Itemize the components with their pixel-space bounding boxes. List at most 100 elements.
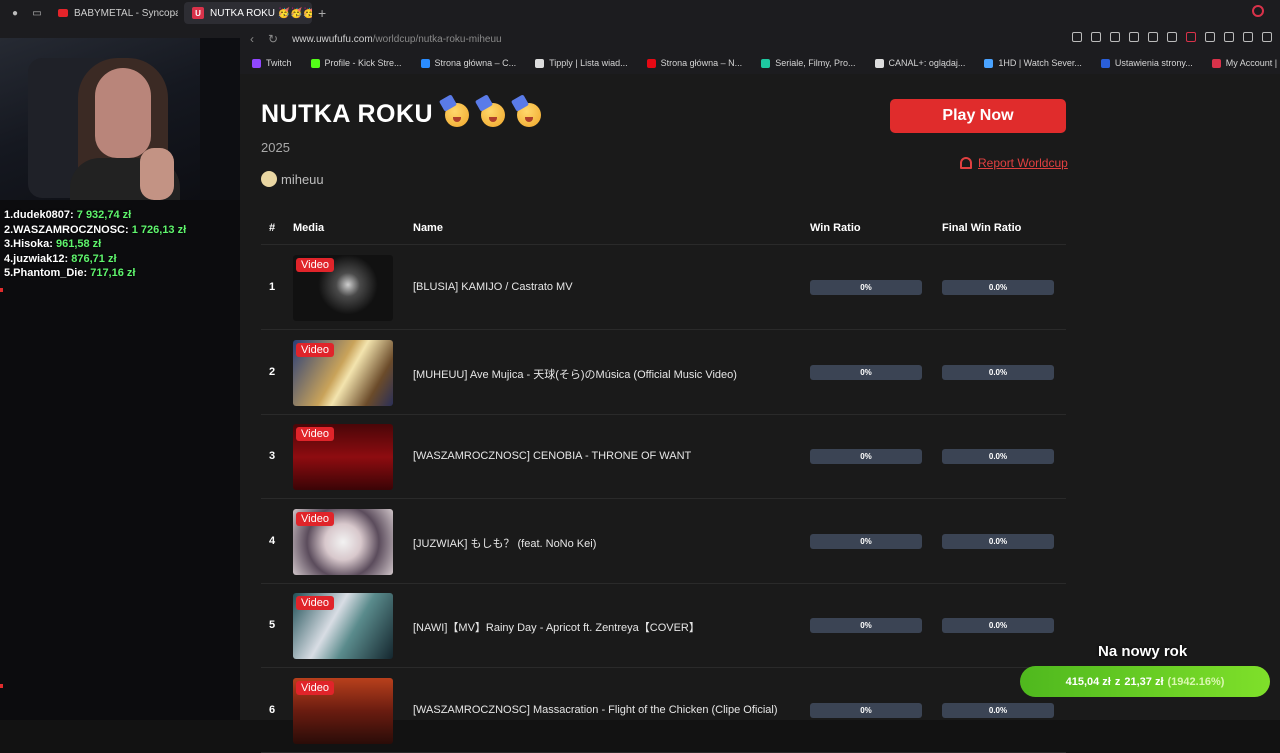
youtube-icon xyxy=(58,9,68,17)
tab-label: BABYMETAL - Syncopatio xyxy=(74,7,178,19)
col-name: Name xyxy=(413,222,443,234)
worldcup-page: NUTKA ROKU 2025 miheuu Play Now Report W… xyxy=(240,74,1280,753)
video-thumbnail[interactable]: Video xyxy=(293,677,393,744)
donor-name: 2.WASZAMROCZNOSC: xyxy=(4,223,129,236)
menu-icon[interactable] xyxy=(1262,32,1272,42)
goal-percent: (1942.16%) xyxy=(1167,675,1225,688)
leaderboard-row: 1.dudek0807: 7 932,74 zł xyxy=(4,208,186,223)
bookmark-item[interactable]: Ustawienia strony... xyxy=(1089,58,1200,68)
siren-icon xyxy=(960,157,972,169)
heart-icon[interactable] xyxy=(1167,32,1177,42)
bookmark-label: Strona główna – C... xyxy=(434,58,517,68)
author-avatar xyxy=(261,171,277,187)
leaderboard-row: 2.WASZAMROCZNOSC: 1 726,13 zł xyxy=(4,223,186,238)
address-bar-icons xyxy=(1072,32,1272,42)
bookmark-favicon-icon xyxy=(310,58,320,68)
browser-menu-icon[interactable]: ● xyxy=(8,6,22,20)
col-num: # xyxy=(269,222,276,234)
table-row: 5 Video [NAWI]【MV】Rainy Day - Apricot ft. … xyxy=(261,583,1066,668)
party-face-icon xyxy=(481,102,506,127)
final-win-ratio-bar: 0.0% xyxy=(942,618,1054,633)
bookmark-label: Ustawienia strony... xyxy=(1114,58,1193,68)
video-thumbnail[interactable]: Video xyxy=(293,255,393,321)
leaderboard-row: 5.Phantom_Die: 717,16 zł xyxy=(4,266,186,281)
col-media: Media xyxy=(293,222,325,234)
donor-amount: 961,58 zł xyxy=(55,238,102,250)
bookmark-item[interactable]: Seriale, Filmy, Pro... xyxy=(749,58,862,68)
bookmark-item[interactable]: Twitch xyxy=(240,58,299,68)
streamer-face xyxy=(95,68,151,158)
goal-label: Na nowy rok xyxy=(1098,643,1188,660)
tab-nutka-roku[interactable]: U NUTKA ROKU 🥳🥳🥳 | U xyxy=(184,2,312,24)
search-tabs-icon[interactable] xyxy=(1252,5,1264,17)
donor-amount: 876,71 zł xyxy=(71,252,117,265)
final-win-ratio-bar: 0.0% xyxy=(942,449,1054,464)
bookmark-label: CANAL+: oglądaj... xyxy=(888,58,966,68)
final-win-ratio-bar: 0.0% xyxy=(942,364,1054,380)
shield-icon[interactable] xyxy=(1110,32,1120,42)
table-row: 2 Video [MUHEUU] Ave Mujica - 天球(そら)のMúsic… xyxy=(261,330,1066,415)
bookmark-item[interactable]: Strona główna – N... xyxy=(635,58,750,68)
final-win-ratio-bar: 0.0% xyxy=(942,533,1054,549)
row-number: 5 xyxy=(269,619,276,631)
row-number: 1 xyxy=(269,281,276,293)
bookmark-item[interactable]: CANAL+: oglądaj... xyxy=(863,58,973,68)
row-number: 4 xyxy=(269,534,276,547)
extensions-icon[interactable] xyxy=(1205,32,1215,42)
bookmark-favicon-icon xyxy=(1211,58,1221,68)
back-icon[interactable]: ‹ xyxy=(250,32,254,46)
pin-icon[interactable] xyxy=(1072,32,1082,42)
translate-icon[interactable] xyxy=(1129,32,1139,42)
video-thumbnail[interactable]: Video xyxy=(293,508,393,575)
party-face-icon xyxy=(445,102,470,127)
bookmark-favicon-icon xyxy=(984,58,994,68)
streamer-hand xyxy=(140,148,174,200)
indicator-dot xyxy=(0,288,3,292)
goal-separator: z xyxy=(1114,675,1121,688)
win-ratio-bar: 0% xyxy=(810,618,922,633)
bookmark-label: My Account | Infra... xyxy=(1225,58,1280,68)
video-thumbnail[interactable]: Video xyxy=(293,593,393,659)
bookmark-item[interactable]: Tipply | Lista wiad... xyxy=(523,58,635,68)
bookmark-favicon-icon xyxy=(761,58,771,68)
bookmark-label: Seriale, Filmy, Pro... xyxy=(775,58,856,68)
report-worldcup-link[interactable]: Report Worldcup xyxy=(960,156,1068,170)
video-thumbnail[interactable]: Video xyxy=(293,339,393,406)
tab-babymetal[interactable]: BABYMETAL - Syncopatio xyxy=(50,2,178,24)
bookmark-label: Profile - Kick Stre... xyxy=(324,58,402,68)
bookmark-label: 1HD | Watch Sever... xyxy=(998,58,1082,68)
workspaces-icon[interactable]: ▭ xyxy=(30,6,44,20)
table-row: 3 Video [WASZAMROCZNOSC] CENOBIA - THRONE … xyxy=(261,414,1066,499)
play-now-button[interactable]: Play Now xyxy=(890,99,1066,133)
new-tab-button[interactable]: + xyxy=(318,5,326,21)
goal-current: 415,04 zł xyxy=(1065,675,1111,688)
video-badge: Video xyxy=(296,342,334,357)
donor-name: 4.juzwiak12: xyxy=(4,252,69,265)
tab-label: NUTKA ROKU 🥳🥳🥳 | U xyxy=(210,7,312,19)
bookmark-item[interactable]: 1HD | Watch Sever... xyxy=(972,58,1089,68)
author-name: miheuu xyxy=(281,171,324,187)
bookmark-item[interactable]: Profile - Kick Stre... xyxy=(299,58,409,68)
bookmark-item[interactable]: My Account | Infra... xyxy=(1200,58,1280,68)
report-label: Report Worldcup xyxy=(978,156,1068,170)
reload-icon[interactable]: ↻ xyxy=(268,32,278,46)
divider-icon xyxy=(1186,32,1196,42)
video-badge: Video xyxy=(296,427,334,441)
player-icon[interactable] xyxy=(1148,32,1158,42)
author[interactable]: miheuu xyxy=(261,171,324,187)
video-thumbnail[interactable]: Video xyxy=(293,424,393,490)
snapshot-icon[interactable] xyxy=(1091,32,1101,42)
entry-name: [WASZAMROCZNOSC] Massacration - Flight o… xyxy=(413,703,778,716)
bookmark-item[interactable]: Strona główna – C... xyxy=(409,58,524,68)
col-win-ratio: Win Ratio xyxy=(810,222,861,234)
lock-icon[interactable] xyxy=(1224,32,1234,42)
url-field[interactable]: www.uwufufu.com/worldcup/nutka-roku-mihe… xyxy=(292,34,502,45)
table-row: 1 Video [BLUSIA] KAMIJO / Castrato MV 0% 0.0… xyxy=(261,245,1066,330)
table-row: 4 Video [JUZWIAK] もしも？ (feat. NoNo Kei) 0% 0… xyxy=(261,499,1066,584)
donor-name: 1.dudek0807: xyxy=(4,209,74,221)
win-ratio-bar: 0% xyxy=(810,533,922,549)
donor-name: 3.Hisoka: xyxy=(4,238,53,250)
indicator-dot xyxy=(0,684,3,688)
download-icon[interactable] xyxy=(1243,32,1253,42)
bookmark-favicon-icon xyxy=(874,58,884,68)
